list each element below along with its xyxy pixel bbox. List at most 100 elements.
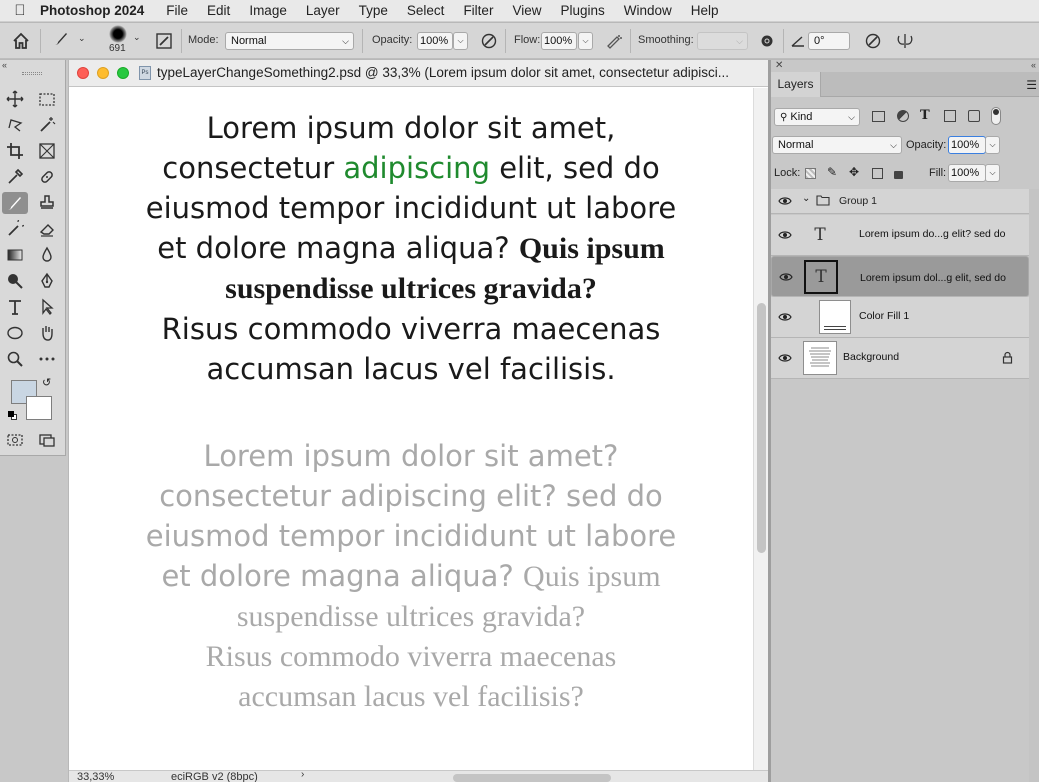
airbrush-icon[interactable] <box>603 30 625 52</box>
blur-tool-icon[interactable] <box>34 244 60 266</box>
opacity-input[interactable]: 100% <box>417 32 453 50</box>
canvas[interactable]: Lorem ipsum dolor sit amet, consectetur … <box>69 88 753 770</box>
toolbox-grip[interactable] <box>22 72 42 75</box>
apple-menu-icon[interactable]:  <box>0 2 40 19</box>
chevron-right-icon[interactable]: › <box>301 769 304 780</box>
menu-edit[interactable]: Edit <box>207 3 230 18</box>
layer-opacity-dropdown[interactable]: ⌵ <box>985 136 1000 154</box>
menu-image[interactable]: Image <box>249 3 287 18</box>
menu-file[interactable]: File <box>166 3 188 18</box>
layer-row[interactable]: Background <box>771 338 1029 379</box>
menu-type[interactable]: Type <box>359 3 388 18</box>
symmetry-icon[interactable] <box>894 30 916 52</box>
screen-mode-icon[interactable] <box>34 429 60 451</box>
brush-preview-icon[interactable] <box>109 25 127 43</box>
layer-row-selected[interactable]: T Lorem ipsum dol...g elit, sed do <box>771 256 1029 297</box>
close-panel-icon[interactable]: ✕ <box>775 60 783 71</box>
text-layer-secondary[interactable]: Lorem ipsum dolor sit amet? consectetur … <box>69 436 753 717</box>
move-tool-icon[interactable] <box>2 88 28 110</box>
eyedropper-tool-icon[interactable] <box>2 166 28 188</box>
visibility-eye-icon[interactable] <box>778 195 792 210</box>
zoom-tool-icon[interactable] <box>2 348 28 370</box>
horizontal-scroll-thumb[interactable] <box>453 774 611 782</box>
minimize-window-button[interactable] <box>97 67 109 79</box>
dodge-tool-icon[interactable] <box>2 270 28 292</box>
gradient-tool-icon[interactable] <box>2 244 28 266</box>
layer-group-row[interactable]: ⌄ Group 1 <box>771 189 1029 214</box>
swap-colors-icon[interactable]: ↺ <box>42 376 51 389</box>
frame-tool-icon[interactable] <box>34 140 60 162</box>
more-tools-icon[interactable] <box>34 348 60 370</box>
vertical-scroll-thumb[interactable] <box>757 303 766 553</box>
brush-tool-preset-icon[interactable] <box>50 28 72 50</box>
flow-input[interactable]: 100% <box>541 32 577 50</box>
brush-tool-icon[interactable] <box>2 192 28 214</box>
blend-mode-select[interactable]: Normal ⌵ <box>772 136 902 154</box>
panel-menu-icon[interactable]: ☰ <box>1026 78 1037 92</box>
menu-window[interactable]: Window <box>624 3 672 18</box>
lock-transparent-icon[interactable] <box>805 168 816 179</box>
vertical-scrollbar[interactable] <box>753 88 768 770</box>
history-brush-tool-icon[interactable] <box>2 218 28 240</box>
home-icon[interactable] <box>10 30 32 52</box>
pen-tool-icon[interactable] <box>34 270 60 292</box>
document-title-bar[interactable]: Ps typeLayerChangeSomething2.psd @ 33,3%… <box>69 60 768 87</box>
filter-kind-select[interactable]: ⚲ Kind ⌵ <box>774 108 860 126</box>
zoom-window-button[interactable] <box>117 67 129 79</box>
menu-filter[interactable]: Filter <box>463 3 493 18</box>
eraser-tool-icon[interactable] <box>34 218 60 240</box>
visibility-eye-icon[interactable] <box>779 271 793 283</box>
path-selection-tool-icon[interactable] <box>34 296 60 318</box>
smoothing-input[interactable]: ⌵ <box>697 32 748 50</box>
type-tool-icon[interactable] <box>2 296 28 318</box>
lock-pixels-icon[interactable]: ✎ <box>827 165 837 179</box>
menu-plugins[interactable]: Plugins <box>560 3 604 18</box>
flow-dropdown[interactable]: ⌵ <box>578 32 593 50</box>
collapse-panel-icon[interactable]: « <box>1031 60 1036 70</box>
chevron-down-icon[interactable]: ⌄ <box>78 33 86 44</box>
layer-row[interactable]: T Lorem ipsum do...g elit? sed do <box>771 215 1029 256</box>
healing-brush-tool-icon[interactable] <box>34 166 60 188</box>
smart-object-filter-icon[interactable] <box>968 110 980 122</box>
visibility-eye-icon[interactable] <box>778 311 792 323</box>
clone-stamp-tool-icon[interactable] <box>34 192 60 214</box>
quick-mask-icon[interactable] <box>2 429 28 451</box>
menu-view[interactable]: View <box>512 3 541 18</box>
shape-layer-filter-icon[interactable] <box>944 110 956 122</box>
type-layer-filter-icon[interactable]: T <box>920 108 930 123</box>
chevron-down-icon[interactable]: ⌄ <box>802 193 810 204</box>
chevron-down-icon[interactable]: ⌄ <box>133 32 141 43</box>
pressure-opacity-icon[interactable] <box>478 30 500 52</box>
pixel-layer-filter-icon[interactable] <box>872 111 885 122</box>
fill-input[interactable]: 100% <box>948 164 986 182</box>
lock-all-icon[interactable] <box>894 171 903 179</box>
mode-select[interactable]: Normal ⌵ <box>225 32 354 50</box>
ellipse-tool-icon[interactable] <box>2 322 28 344</box>
menu-layer[interactable]: Layer <box>306 3 340 18</box>
pressure-size-icon[interactable] <box>862 30 884 52</box>
collapse-panel-icon[interactable]: « <box>2 60 7 70</box>
tab-layers[interactable]: Layers <box>771 72 821 97</box>
lasso-tool-icon[interactable] <box>2 114 28 136</box>
zoom-level[interactable]: 33,33% <box>77 771 114 782</box>
menu-help[interactable]: Help <box>691 3 719 18</box>
lock-artboard-icon[interactable] <box>872 168 883 179</box>
menu-select[interactable]: Select <box>407 3 445 18</box>
default-colors-icon[interactable] <box>8 411 18 421</box>
gear-icon[interactable] <box>756 30 778 52</box>
visibility-eye-icon[interactable] <box>778 352 792 364</box>
app-menu[interactable]: Photoshop 2024 <box>40 3 144 18</box>
filter-toggle-switch[interactable] <box>991 107 1001 125</box>
layer-opacity-input[interactable]: 100% <box>948 136 986 154</box>
text-layer-active[interactable]: Lorem ipsum dolor sit amet, consectetur … <box>69 108 753 389</box>
lock-position-icon[interactable]: ✥ <box>849 165 859 179</box>
adjustment-layer-filter-icon[interactable] <box>897 110 909 122</box>
layers-scrollbar[interactable] <box>1029 189 1039 782</box>
close-window-button[interactable] <box>77 67 89 79</box>
background-color-swatch[interactable] <box>26 396 52 420</box>
crop-tool-icon[interactable] <box>2 140 28 162</box>
marquee-tool-icon[interactable] <box>34 88 60 110</box>
opacity-dropdown[interactable]: ⌵ <box>453 32 468 50</box>
hand-tool-icon[interactable] <box>34 322 60 344</box>
magic-wand-tool-icon[interactable] <box>34 114 60 136</box>
